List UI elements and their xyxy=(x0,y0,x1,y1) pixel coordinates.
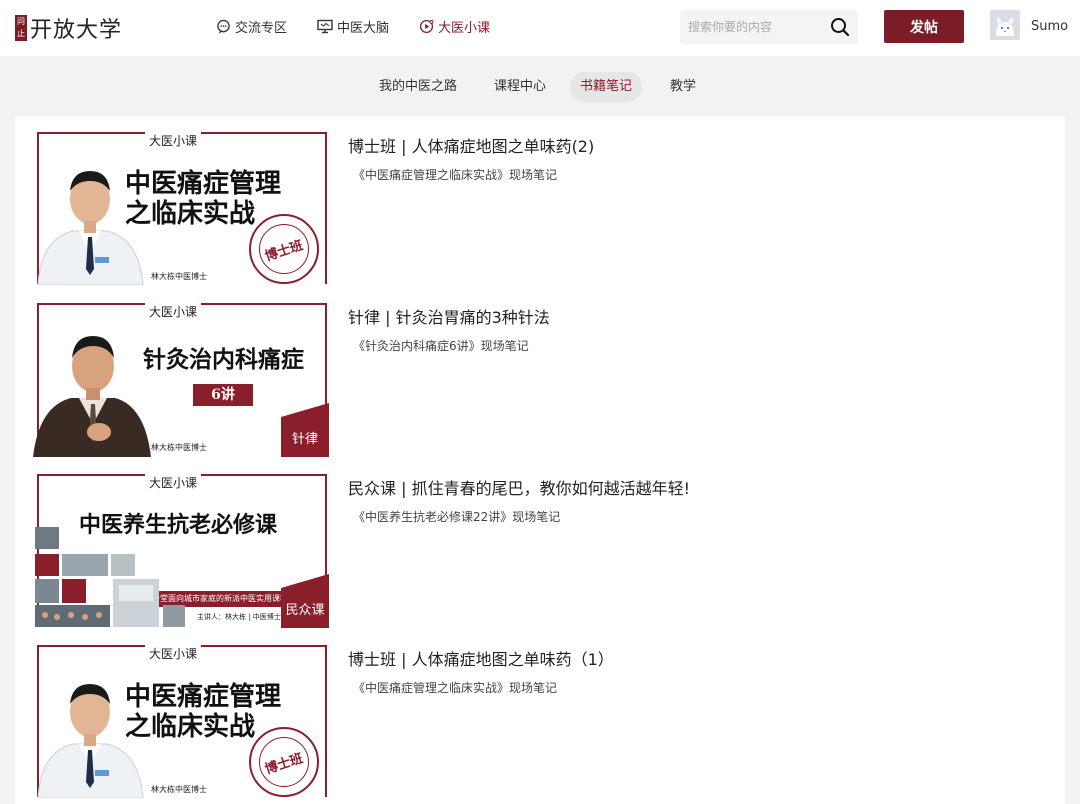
tab-course-center[interactable]: 课程中心 xyxy=(484,72,556,102)
nav-lessons-label: 大医小课 xyxy=(438,21,491,36)
tab-my-tcm-path[interactable]: 我的中医之路 xyxy=(369,72,467,102)
stamp-inner-ring: 博士班 xyxy=(259,737,309,787)
item-title[interactable]: 民众课 | 抓住青春的尾巴，教你如何越活越年轻! xyxy=(348,475,690,499)
item-subtitle: 《中医痛症管理之临床实战》现场笔记 xyxy=(353,681,558,695)
nav-lessons[interactable]: 大医小课 xyxy=(419,17,490,36)
corner-ribbon-tip xyxy=(281,403,329,417)
thumbnail-header: 大医小课 xyxy=(145,474,202,491)
avatar-cat-icon xyxy=(990,10,1020,40)
corner-tag: 民众课 xyxy=(281,588,329,628)
item-subtitle: 《中医痛症管理之临床实战》现场笔记 xyxy=(353,168,558,182)
tab-book-notes[interactable]: 书籍笔记 xyxy=(570,72,643,102)
search-box xyxy=(680,10,858,44)
top-header: 问止 开放大学 交流专区 中医大脑 大医小课 发帖 Sumo xyxy=(0,0,1080,56)
search-icon[interactable] xyxy=(830,17,850,37)
item-thumbnail[interactable]: 大医小课 中医痛症管理 之临床实战 博士班 林大栋中医博士 xyxy=(33,642,329,799)
item-thumbnail[interactable]: 大医小课 中医养生抗老必修课 这是一堂面向城市家庭的新派中医实用课程 主讲人：林… xyxy=(33,471,329,628)
class-photo-collage xyxy=(35,527,185,627)
avatar[interactable] xyxy=(990,10,1020,40)
site-logo[interactable]: 问止 开放大学 xyxy=(15,12,122,44)
logo-text: 开放大学 xyxy=(30,18,123,43)
thumbnail-signature: 林大栋中医博士 xyxy=(151,272,207,281)
username[interactable]: Sumo xyxy=(1031,19,1068,34)
nav-tcm-brain[interactable]: 中医大脑 xyxy=(317,17,389,36)
monitor-icon xyxy=(317,19,333,34)
thumbnail-title-line1: 针灸治内科痛症 xyxy=(143,346,304,373)
thumbnail-header: 大医小课 xyxy=(145,303,202,320)
list-item[interactable]: 大医小课 针灸治内科痛症 6讲 针律 林大栋中医博士 针律 | 针灸治胃痛的3种… xyxy=(15,287,1065,457)
item-thumbnail[interactable]: 大医小课 中医痛症管理 之临床实战 博士班 林大栋中医博士 xyxy=(33,129,329,286)
chat-bubble-icon xyxy=(217,19,230,34)
item-subtitle: 《针灸治内科痛症6讲》现场笔记 xyxy=(353,339,529,353)
thumbnail-signature: 林大栋中医博士 xyxy=(151,443,207,452)
session-count-badge: 6讲 xyxy=(193,384,253,406)
tab-teaching[interactable]: 教学 xyxy=(660,72,706,102)
list-item[interactable]: 大医小课 中医养生抗老必修课 这是一堂面向城市家庭的新派中医实用课程 主讲人：林… xyxy=(15,458,1065,628)
nav-exchange-label: 交流专区 xyxy=(235,21,288,36)
thumbnail-header: 大医小课 xyxy=(145,132,202,149)
stamp-text: 博士班 xyxy=(263,750,306,778)
search-input[interactable] xyxy=(688,18,823,36)
play-circle-icon xyxy=(419,19,434,34)
notes-list: 大医小课 中医痛症管理 之临床实战 博士班 林大栋中医博士 博士班 | 人体痛症… xyxy=(15,116,1065,804)
list-item[interactable]: 大医小课 中医痛症管理 之临床实战 博士班 林大栋中医博士 博士班 | 人体痛症… xyxy=(15,116,1065,286)
item-title[interactable]: 博士班 | 人体痛症地图之单味药（1） xyxy=(348,646,614,670)
stamp-inner-ring: 博士班 xyxy=(259,224,309,274)
item-subtitle: 《中医养生抗老必修课22讲》现场笔记 xyxy=(353,510,561,524)
item-title[interactable]: 针律 | 针灸治胃痛的3种针法 xyxy=(348,304,550,328)
stamp-seal: 博士班 xyxy=(249,214,319,284)
thumbnail-title-line2: 之临床实战 xyxy=(125,199,256,229)
thumbnail-signature: 林大栋中医博士 xyxy=(151,785,207,794)
post-button[interactable]: 发帖 xyxy=(884,10,964,43)
stamp-seal: 博士班 xyxy=(249,727,319,797)
item-title[interactable]: 博士班 | 人体痛症地图之单味药(2) xyxy=(348,133,594,157)
doctor-photo xyxy=(33,336,151,457)
corner-ribbon-tip xyxy=(281,574,329,588)
thumbnail-header: 大医小课 xyxy=(145,645,202,662)
nav-tcm-brain-label: 中医大脑 xyxy=(337,21,390,36)
item-thumbnail[interactable]: 大医小课 针灸治内科痛症 6讲 针律 林大栋中医博士 xyxy=(33,300,329,457)
logo-seal: 问止 xyxy=(15,15,27,41)
stamp-text: 博士班 xyxy=(263,237,306,265)
thumbnail-title-line2: 之临床实战 xyxy=(125,712,256,742)
list-item[interactable]: 大医小课 中医痛症管理 之临床实战 博士班 林大栋中医博士 博士班 | 人体痛症… xyxy=(15,629,1065,799)
nav-exchange[interactable]: 交流专区 xyxy=(216,17,287,36)
corner-tag: 针律 xyxy=(281,417,329,457)
thumbnail-lecturer: 主讲人：林大栋 | 中医博士 xyxy=(197,613,281,621)
